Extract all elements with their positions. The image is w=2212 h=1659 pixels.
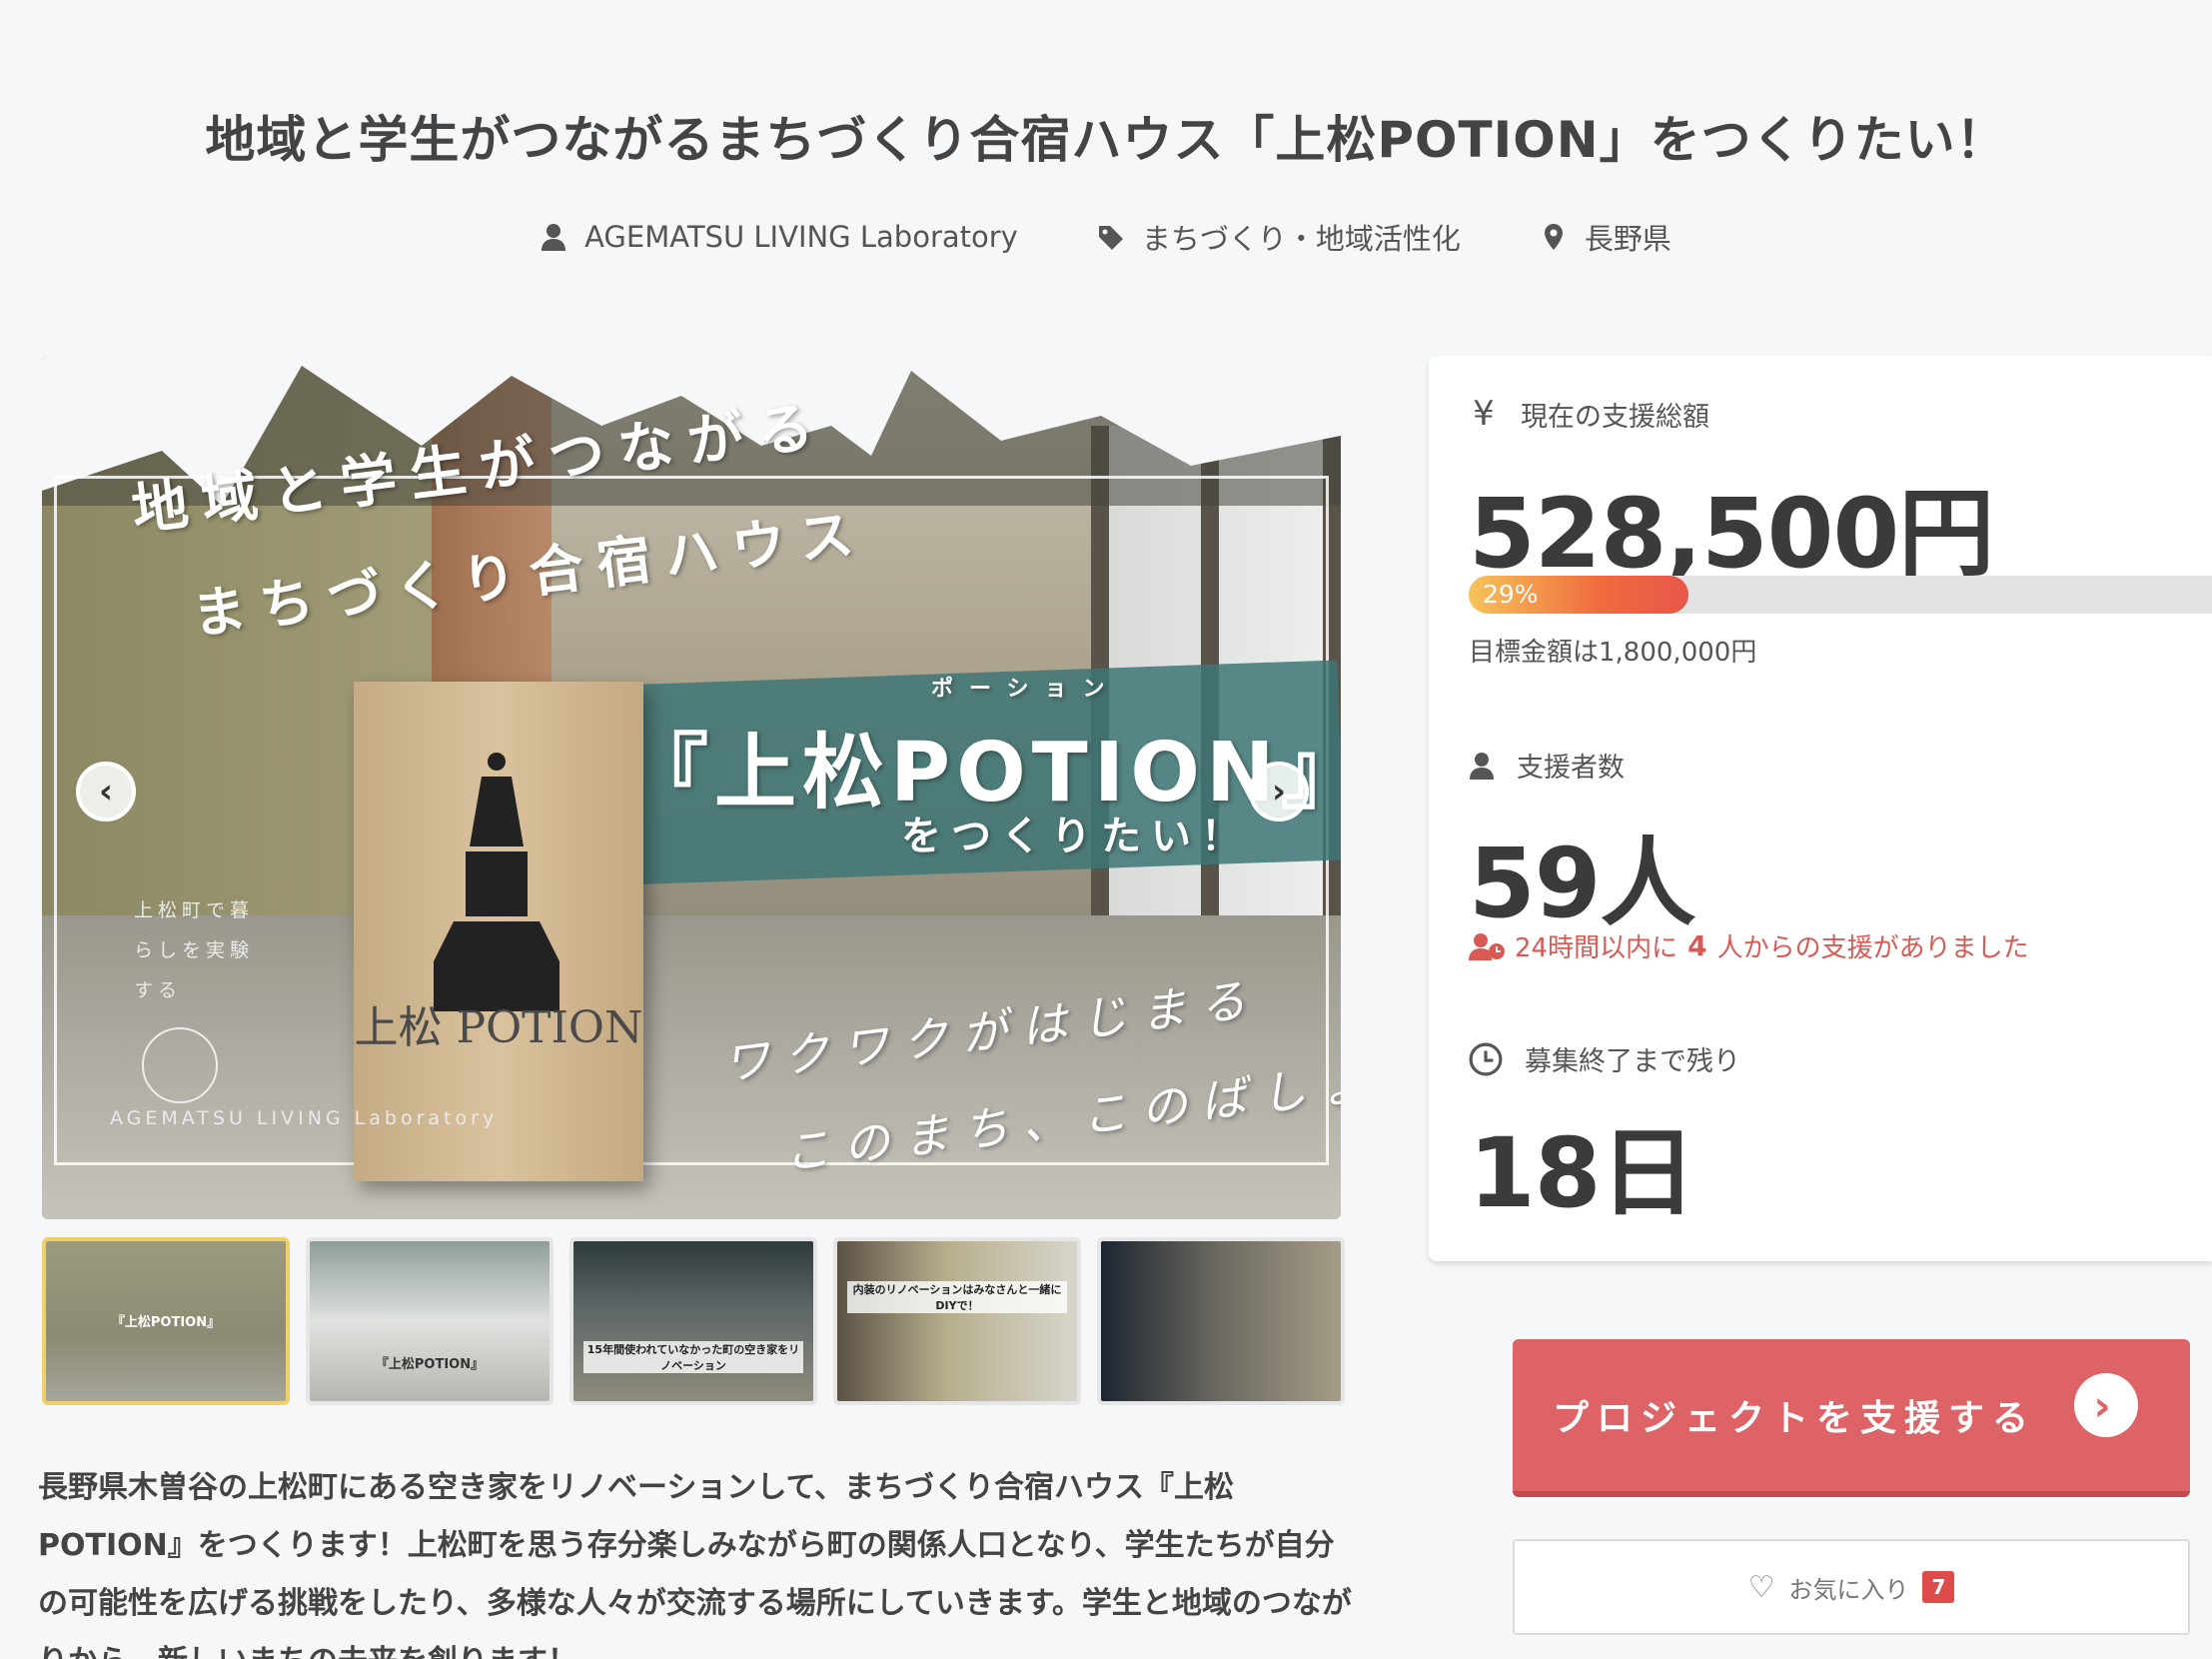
remaining-value: 18日	[1469, 1117, 1696, 1229]
prev-slide-button[interactable]: ‹	[76, 762, 136, 822]
support-project-button[interactable]: プロジェクトを支援する ›	[1513, 1339, 2190, 1497]
amount-label-text: 現在の支援総額	[1521, 401, 1709, 433]
project-meta: AGEMATSU LIVING Laboratory まちづくり・地域活性化 長…	[0, 216, 2212, 258]
favorite-button[interactable]: ♡ お気に入り 7	[1513, 1539, 2190, 1635]
chevron-right-icon: ›	[1271, 772, 1286, 812]
yen-icon: ¥	[1473, 394, 1495, 434]
category-link[interactable]: まちづくり・地域活性化	[1098, 216, 1461, 258]
project-description: 長野県木曽谷の上松町にある空き家をリノベーションして、まちづくり合宿ハウス『上松…	[38, 1470, 1352, 1659]
remaining-label: 募集終了まで残り	[1469, 1039, 1740, 1078]
category-name: まちづくり・地域活性化	[1141, 222, 1461, 256]
recent-suffix: 人からの支援がありました	[1716, 933, 2029, 963]
location-link[interactable]: 長野県	[1541, 216, 1671, 258]
sign-text: 上松 POTION	[354, 1002, 643, 1053]
backers-label: 支援者数	[1469, 746, 1625, 785]
backers-label-text: 支援者数	[1517, 753, 1625, 784]
recent-prefix: 24時間以内に	[1515, 933, 1678, 963]
user-icon	[542, 224, 566, 251]
potion-sign: 上松 POTION	[354, 682, 643, 1181]
support-button-label: プロジェクトを支援する	[1553, 1398, 2037, 1439]
hero-tsukuri: をつくりたい！	[901, 814, 1251, 859]
favorite-count-badge: 7	[1922, 1571, 1955, 1603]
hero-logo-text: AGEMATSU LIVING Laboratory	[110, 1107, 499, 1129]
thumbnail-4[interactable]: 内装のリノベーションはみなさんと一緒にDIYで！	[833, 1237, 1081, 1405]
thumbnail-strip: 『上松POTION』 『上松POTION』 15年間使われていなかった町の空き家…	[42, 1237, 1345, 1405]
progress-text: 29%	[1483, 580, 1539, 609]
clock-icon	[1469, 1042, 1503, 1075]
owner-name: AGEMATSU LIVING Laboratory	[584, 220, 1018, 254]
map-pin-icon	[1544, 224, 1563, 250]
user-icon	[1470, 752, 1494, 780]
hero-ruby: ポーション	[931, 677, 1121, 702]
progress-bar: 29%	[1469, 576, 2212, 614]
favorite-label: お気に入り	[1788, 1575, 1909, 1604]
recent-count: 4	[1687, 929, 1707, 962]
thumbnail-caption: 『上松POTION』	[111, 1315, 221, 1330]
hero-side-text: 上松町で暮らしを実験する	[134, 899, 255, 1001]
amount-value: 528,500円	[1469, 478, 1994, 590]
thumbnail-5[interactable]	[1097, 1237, 1345, 1405]
thumbnail-1[interactable]: 『上松POTION』	[42, 1237, 290, 1405]
lab-logo-icon	[142, 1027, 218, 1103]
thumbnail-caption: 15年間使われていなかった町の空き家をリノベーション	[583, 1341, 803, 1373]
next-slide-button[interactable]: ›	[1249, 762, 1309, 822]
owner-link[interactable]: AGEMATSU LIVING Laboratory	[541, 216, 1018, 258]
recent-support-notice: 24時間以内に 4 人からの支援がありました	[1469, 927, 2029, 964]
backers-value: 59人	[1469, 828, 1696, 939]
stats-panel: ¥ 現在の支援総額 528,500円 29% 目標金額は1,800,000円 支…	[1429, 356, 2212, 1261]
tag-icon	[1098, 226, 1123, 250]
heart-icon: ♡	[1747, 1569, 1775, 1605]
location-name: 長野県	[1584, 222, 1671, 256]
bottle-icon	[434, 753, 559, 1011]
goal-amount: 目標金額は1,800,000円	[1469, 638, 1757, 668]
page-title: 地域と学生がつながるまちづくり合宿ハウス「上松POTION」をつくりたい！	[205, 111, 2007, 169]
chevron-left-icon: ‹	[98, 772, 113, 812]
users-clock-icon	[1469, 932, 1505, 960]
thumbnail-caption: 内装のリノベーションはみなさんと一緒にDIYで！	[847, 1281, 1067, 1313]
thumbnail-caption: 『上松POTION』	[375, 1357, 485, 1372]
remaining-label-text: 募集終了まで残り	[1525, 1046, 1740, 1077]
main-image-carousel[interactable]: 上松 POTION 地域と学生がつながる まちづくり合宿ハウス ポーション 『上…	[42, 356, 1341, 1219]
thumbnail-2[interactable]: 『上松POTION』	[306, 1237, 553, 1405]
amount-label: ¥ 現在の支援総額	[1469, 394, 1709, 434]
chevron-right-icon: ›	[2074, 1373, 2138, 1437]
thumbnail-3[interactable]: 15年間使われていなかった町の空き家をリノベーション	[569, 1237, 817, 1405]
